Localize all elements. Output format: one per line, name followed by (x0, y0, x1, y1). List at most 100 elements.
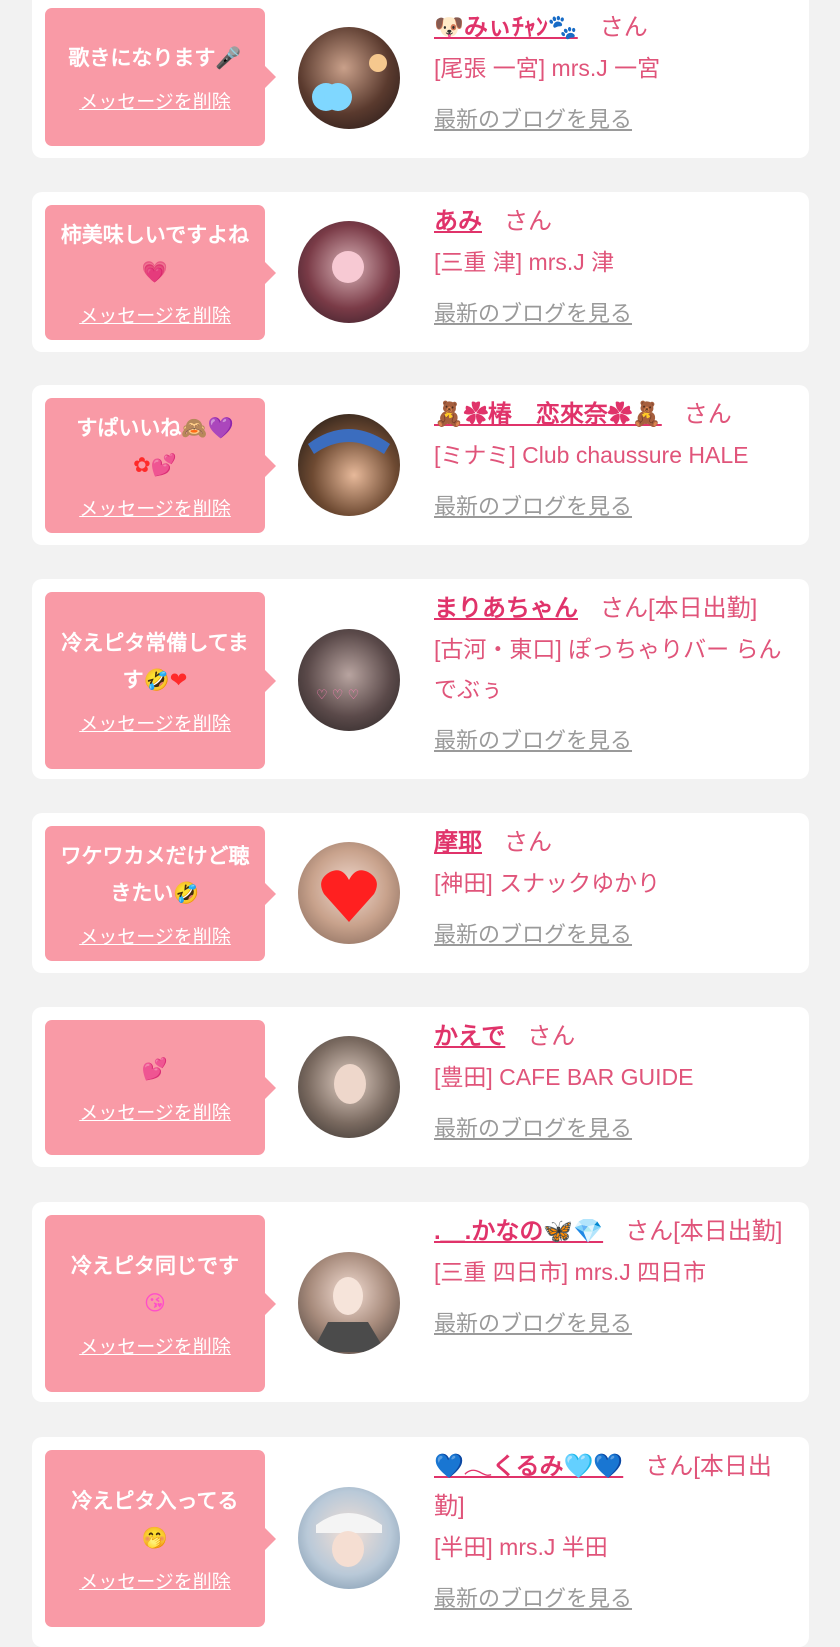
svg-text:♡ ♡ ♡: ♡ ♡ ♡ (316, 688, 359, 703)
avatar[interactable] (298, 1252, 400, 1354)
message-emoji: 🎤 (215, 46, 242, 70)
delete-message-link[interactable]: メッセージを削除 (79, 1098, 231, 1125)
latest-blog-link[interactable]: 最新のブログを見る (434, 1111, 632, 1143)
message-bubble: 💕 メッセージを削除 (45, 1020, 276, 1155)
latest-blog-link[interactable]: 最新のブログを見る (434, 723, 632, 755)
message-text: 💕 (142, 1051, 168, 1088)
sender-name-link[interactable]: あみ (434, 208, 482, 235)
latest-blog-link[interactable]: 最新のブログを見る (434, 489, 632, 521)
message-bubble: すぱいいね🙈💜 ✿💕 メッセージを削除 (45, 398, 276, 533)
sender-info: 摩耶 さん [神田] スナックゆかり 最新のブログを見る (434, 823, 794, 949)
message-bubble: 柿美味しいですよね 💗 メッセージを削除 (45, 205, 276, 340)
sender-name-line: あみ さん (434, 202, 794, 242)
sender-name-link[interactable]: 🧸✿椿 恋來奈✿🧸 (434, 401, 662, 428)
message-card: 冷えピタ常備してます🤣❤ メッセージを削除 ♡ ♡ ♡ まりあちゃん さん[本日出… (32, 579, 809, 779)
avatar[interactable] (298, 842, 400, 944)
latest-blog-link[interactable]: 最新のブログを見る (434, 917, 632, 949)
message-emoji: 🤭 (141, 1526, 169, 1550)
message-card: 冷えピタ同じです 😘 メッセージを削除 .＿.かなの🦋💎 さん[本日出勤] [三重 … (32, 1202, 809, 1402)
shop-label: [ミナミ] Club chaussure HALE (434, 442, 749, 468)
message-card: 💕 メッセージを削除 かえで さん [豊田] CAFE BAR GUIDE 最新の… (32, 1007, 809, 1167)
sender-info: 🐶みぃﾁｬﾝ🐾 さん [尾張 一宮] mrs.J 一宮 最新のブログを見る (434, 8, 794, 134)
sender-name-link[interactable]: 🐶みぃﾁｬﾝ🐾 (434, 14, 578, 41)
shop-label: [三重 津] mrs.J 津 (434, 249, 615, 275)
sender-name-line: 🧸✿椿 恋來奈✿🧸 さん (434, 395, 794, 435)
message-text: ワケワカメだけど聴きたい🤣 (55, 838, 255, 912)
message-card: 柿美味しいですよね 💗 メッセージを削除 あみ さん [三重 津] mrs.J 津 … (32, 192, 809, 352)
avatar-image (321, 870, 377, 922)
avatar-image (308, 429, 390, 454)
honorific: さん[本日出勤] (625, 1218, 783, 1245)
sender-name-link[interactable]: かえで (434, 1023, 505, 1050)
message-body: 冷えピタ入ってる (71, 1489, 239, 1513)
delete-message-link[interactable]: メッセージを削除 (79, 922, 231, 949)
avatar-image (312, 1277, 386, 1352)
avatar[interactable]: ♡ ♡ ♡ (298, 629, 400, 731)
sender-info: .＿.かなの🦋💎 さん[本日出勤] [三重 四日市] mrs.J 四日市 最新のブ… (434, 1212, 794, 1338)
shop-label: [半田] mrs.J 半田 (434, 1534, 608, 1560)
honorific: さん (504, 829, 552, 856)
latest-blog-link[interactable]: 最新のブログを見る (434, 102, 632, 134)
honorific: さん (599, 14, 648, 41)
avatar[interactable] (298, 414, 400, 516)
shop-label: [尾張 一宮] mrs.J 一宮 (434, 55, 661, 81)
message-text: 柿美味しいですよね 💗 (55, 217, 255, 291)
message-body: 冷えピタ同じです (71, 1254, 239, 1278)
message-card: 歌きになります🎤 メッセージを削除 🐶みぃﾁｬﾝ🐾 さん [尾張 一宮] mrs.… (32, 0, 809, 158)
message-text: 歌きになります🎤 (68, 40, 241, 77)
avatar-image: ♡ ♡ ♡ (316, 688, 359, 703)
message-card: ワケワカメだけど聴きたい🤣 メッセージを削除 摩耶 さん [神田] スナックゆかり… (32, 813, 809, 973)
message-text: すぱいいね🙈💜 ✿💕 (76, 410, 233, 484)
message-emoji: 💗 (141, 260, 169, 284)
avatar-image (332, 251, 364, 283)
sender-name-link[interactable]: 💙𓂃くるみ🩵💙 (434, 1453, 623, 1480)
latest-blog-link[interactable]: 最新のブログを見る (434, 296, 632, 328)
sender-name-link[interactable]: .＿.かなの🦋💎 (434, 1218, 603, 1245)
message-text: 冷えピタ常備してます🤣❤ (55, 625, 255, 699)
message-emoji: 🤣 (173, 881, 200, 905)
message-text: 冷えピタ同じです 😘 (71, 1248, 239, 1322)
sender-name-link[interactable]: まりあちゃん (434, 595, 578, 622)
message-card: 冷えピタ入ってる 🤭 メッセージを削除 💙𓂃くるみ🩵💙 さん[本日出勤] [半田] … (32, 1437, 809, 1647)
sender-name-line: 🐶みぃﾁｬﾝ🐾 さん (434, 8, 794, 48)
avatar[interactable] (298, 1036, 400, 1138)
shop-label: [豊田] CAFE BAR GUIDE (434, 1064, 694, 1090)
avatar-image (316, 1513, 382, 1567)
sender-name-line: 摩耶 さん (434, 823, 794, 863)
message-bubble: 冷えピタ常備してます🤣❤ メッセージを削除 (45, 592, 276, 769)
message-emoji: 💕 (141, 1056, 169, 1081)
delete-message-link[interactable]: メッセージを削除 (79, 1332, 231, 1359)
sender-info: 🧸✿椿 恋來奈✿🧸 さん [ミナミ] Club chaussure HALE 最新… (434, 395, 794, 521)
delete-message-link[interactable]: メッセージを削除 (79, 1567, 231, 1594)
honorific: さん (683, 401, 732, 428)
message-emoji: ✿💕 (133, 453, 177, 477)
delete-message-link[interactable]: メッセージを削除 (79, 301, 231, 328)
message-bubble: ワケワカメだけど聴きたい🤣 メッセージを削除 (45, 826, 276, 961)
honorific: さん (504, 208, 552, 235)
message-bubble: 冷えピタ同じです 😘 メッセージを削除 (45, 1215, 276, 1392)
sender-name-line: 💙𓂃くるみ🩵💙 さん[本日出勤] (434, 1447, 794, 1527)
avatar[interactable] (298, 27, 400, 129)
delete-message-link[interactable]: メッセージを削除 (79, 87, 231, 114)
honorific: さん[本日出勤] (600, 595, 758, 622)
message-bubble: 歌きになります🎤 メッセージを削除 (45, 8, 276, 146)
sender-name-link[interactable]: 摩耶 (434, 829, 482, 856)
delete-message-link[interactable]: メッセージを削除 (79, 494, 231, 521)
sender-name-line: かえで さん (434, 1017, 794, 1057)
sender-name-line: まりあちゃん さん[本日出勤] (434, 589, 794, 629)
sender-info: かえで さん [豊田] CAFE BAR GUIDE 最新のブログを見る (434, 1017, 794, 1143)
latest-blog-link[interactable]: 最新のブログを見る (434, 1306, 632, 1338)
message-bubble: 冷えピタ入ってる 🤭 メッセージを削除 (45, 1450, 276, 1627)
avatar-image (334, 1064, 366, 1104)
delete-message-link[interactable]: メッセージを削除 (79, 709, 231, 736)
message-card: すぱいいね🙈💜 ✿💕 メッセージを削除 🧸✿椿 恋來奈✿🧸 さん [ミナミ] Clu… (32, 385, 809, 545)
sender-info: あみ さん [三重 津] mrs.J 津 最新のブログを見る (434, 202, 794, 328)
shop-label: [神田] スナックゆかり (434, 870, 661, 896)
avatar[interactable] (298, 1487, 400, 1589)
shop-label: [古河・東口] ぽっちゃりバー らんでぶぅ (434, 636, 782, 702)
message-emoji: 🤣❤ (143, 668, 188, 692)
latest-blog-link[interactable]: 最新のブログを見る (434, 1581, 632, 1613)
avatar[interactable] (298, 221, 400, 323)
message-body: すぱいいね🙈💜 (76, 416, 234, 440)
sender-name-line: .＿.かなの🦋💎 さん[本日出勤] (434, 1212, 794, 1252)
